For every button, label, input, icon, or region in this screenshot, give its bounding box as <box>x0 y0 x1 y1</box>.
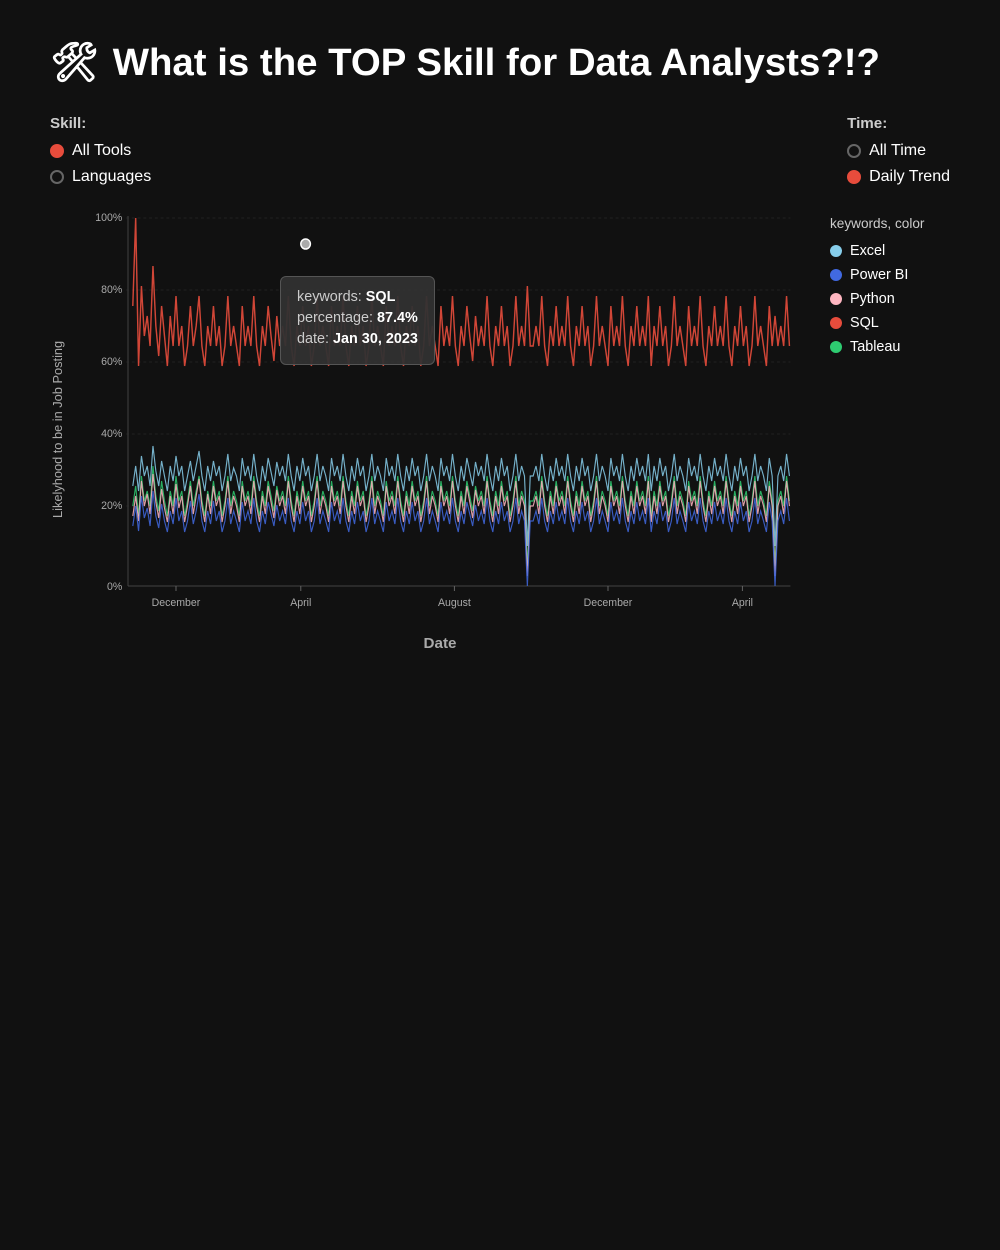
all-tools-radio[interactable]: All Tools <box>50 142 151 160</box>
legend-label-powerbi: Power BI <box>850 267 908 283</box>
svg-text:80%: 80% <box>101 284 123 296</box>
chart-container: Likelyhood to be in Job Posting 100% 80%… <box>50 206 950 652</box>
title-icon: 🛠 <box>50 40 99 85</box>
svg-text:December: December <box>584 597 633 609</box>
daily-trend-radio[interactable]: Daily Trend <box>847 168 950 186</box>
svg-text:60%: 60% <box>101 356 123 368</box>
all-time-dot <box>847 144 861 158</box>
legend-color-tableau <box>830 341 842 353</box>
svg-text:100%: 100% <box>95 212 122 224</box>
svg-text:August: August <box>438 597 471 609</box>
svg-text:April: April <box>290 597 311 609</box>
legend-color-excel <box>830 245 842 257</box>
all-time-radio[interactable]: All Time <box>847 142 950 160</box>
chart-area: 100% 80% 60% 40% 20% 0% December April A… <box>80 206 800 652</box>
legend-item-excel: Excel <box>830 243 950 259</box>
legend-item-python: Python <box>830 291 950 307</box>
skill-control-group: Skill: All Tools Languages <box>50 115 151 186</box>
languages-dot <box>50 170 64 184</box>
legend-label-python: Python <box>850 291 895 307</box>
languages-label: Languages <box>72 168 151 186</box>
tooltip-anchor <box>301 239 311 249</box>
legend-color-powerbi <box>830 269 842 281</box>
legend-label-excel: Excel <box>850 243 885 259</box>
controls-row: Skill: All Tools Languages Time: All Tim… <box>50 115 950 186</box>
time-control-group: Time: All Time Daily Trend <box>847 115 950 186</box>
svg-text:40%: 40% <box>101 428 123 440</box>
legend-color-sql <box>830 317 842 329</box>
y-axis-label: Likelyhood to be in Job Posting <box>50 206 70 652</box>
all-tools-label: All Tools <box>72 142 131 160</box>
x-axis-label: Date <box>80 635 800 652</box>
chart-svg-wrapper: 100% 80% 60% 40% 20% 0% December April A… <box>80 206 800 631</box>
svg-text:20%: 20% <box>101 500 123 512</box>
skill-label: Skill: <box>50 115 151 132</box>
legend-item-powerbi: Power BI <box>830 267 950 283</box>
legend-title: keywords, color <box>830 216 950 231</box>
svg-text:0%: 0% <box>107 581 123 593</box>
daily-trend-label: Daily Trend <box>869 168 950 186</box>
languages-radio[interactable]: Languages <box>50 168 151 186</box>
main-chart[interactable]: 100% 80% 60% 40% 20% 0% December April A… <box>80 206 800 626</box>
daily-trend-dot <box>847 170 861 184</box>
legend-item-tableau: Tableau <box>830 339 950 355</box>
legend-color-python <box>830 293 842 305</box>
all-time-label: All Time <box>869 142 926 160</box>
legend-item-sql: SQL <box>830 315 950 331</box>
all-tools-dot <box>50 144 64 158</box>
svg-text:April: April <box>732 597 753 609</box>
legend-label-tableau: Tableau <box>850 339 900 355</box>
time-label: Time: <box>847 115 950 132</box>
page-title: 🛠 What is the TOP Skill for Data Analyst… <box>50 40 950 85</box>
legend: keywords, color Excel Power BI Python SQ… <box>810 206 950 652</box>
svg-text:December: December <box>152 597 201 609</box>
title-text: What is the TOP Skill for Data Analysts?… <box>113 41 880 85</box>
legend-label-sql: SQL <box>850 315 879 331</box>
